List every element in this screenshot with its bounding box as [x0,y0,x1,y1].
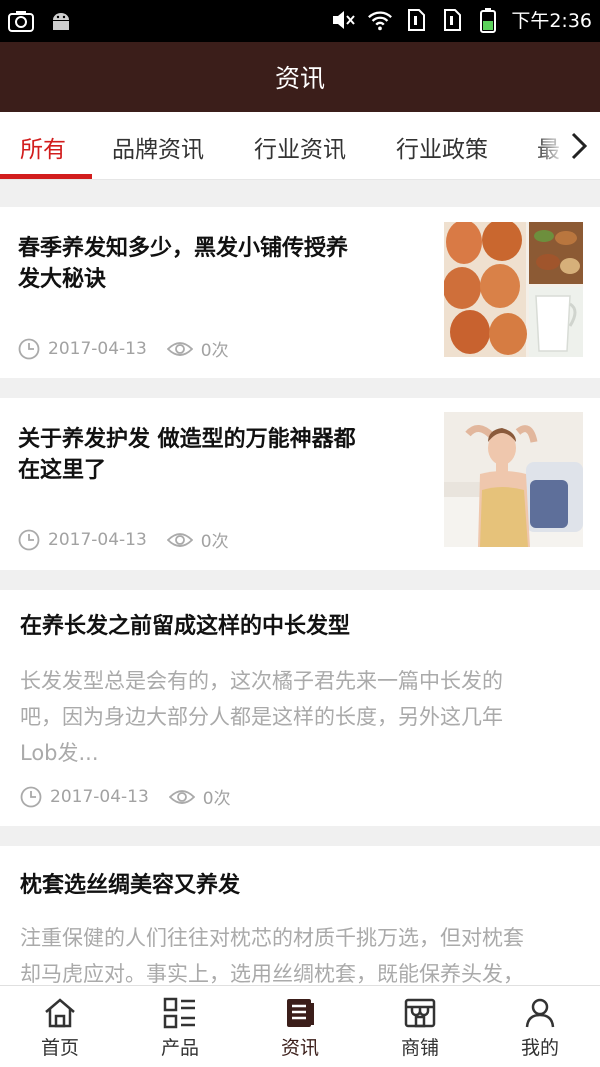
status-time: 下午2:36 [511,10,592,32]
grid-list-icon [162,995,198,1031]
tab-brand-news[interactable]: 品牌资讯 [112,130,204,164]
article-card[interactable]: 关于养发护发 做造型的万能神器都 在这里了 2017-04-13 0次 [0,398,600,570]
article-views: 0次 [200,532,229,552]
android-icon [48,8,74,34]
home-icon [42,995,78,1031]
article-views: 0次 [200,341,229,361]
tab-industry-policy[interactable]: 行业政策 [396,130,488,164]
news-icon [282,995,318,1031]
clock-icon [20,786,42,808]
active-tab-indicator [0,174,92,179]
nav-home[interactable]: 首页 [0,986,120,1067]
nav-products[interactable]: 产品 [120,986,240,1067]
article-date: 2017-04-13 [48,529,147,550]
tab-industry-news[interactable]: 行业资讯 [254,130,346,164]
clock-icon [18,338,40,360]
article-date: 2017-04-13 [48,338,147,359]
eye-icon [166,338,193,360]
article-thumbnail[interactable] [444,222,583,357]
nav-mine-label: 我的 [520,1036,559,1059]
eye-icon [168,786,195,808]
article-summary: 长发发型总是会有的，这次橘子君先来一篇中长发的 吧，因为身边大部分人都是这样的长… [20,669,503,765]
article-card[interactable]: 在养长发之前留成这样的中长发型 长发发型总是会有的，这次橘子君先来一篇中长发的 … [0,590,600,826]
app-header: 资讯 [0,42,600,112]
article-meta: 2017-04-13 0次 [18,527,229,552]
nav-news-label: 资讯 [280,1036,319,1059]
page-title: 资讯 [274,64,325,93]
article-meta: 2017-04-13 0次 [18,336,229,361]
eye-icon [166,529,193,551]
tabs-scroll-right[interactable] [536,112,600,179]
store-icon [402,995,438,1031]
clock-icon [18,529,40,551]
article-thumbnail[interactable] [444,412,583,547]
article-card[interactable]: 枕套选丝绸美容又养发 注重保健的人们往往对枕芯的材质千挑万选，但对枕套 却马虎应… [0,846,600,985]
tab-all[interactable]: 所有 [20,130,66,164]
article-views: 0次 [202,789,231,809]
nav-mine[interactable]: 我的 [480,986,600,1067]
nav-news[interactable]: 资讯 [240,986,360,1067]
sim1-icon [403,7,429,33]
wifi-icon [367,7,393,33]
article-title[interactable]: 关于养发护发 做造型的万能神器都 在这里了 [18,424,356,486]
mute-icon [331,7,357,33]
article-title[interactable]: 枕套选丝绸美容又养发 [20,870,240,901]
article-summary: 注重保健的人们往往对枕芯的材质千挑万选，但对枕套 却马虎应对。事实上，选用丝绸枕… [20,926,524,985]
chevron-right-icon [571,132,588,160]
user-icon [522,995,558,1031]
article-title[interactable]: 春季养发知多少，黑发小铺传授养 发大秘诀 [18,233,348,295]
camera-icon [8,8,34,34]
nav-products-label: 产品 [160,1036,199,1059]
nav-store[interactable]: 商铺 [360,986,480,1067]
category-tabs: 所有 品牌资讯 行业资讯 行业政策 最 [0,112,600,180]
nav-home-label: 首页 [40,1036,79,1059]
article-card[interactable]: 春季养发知多少，黑发小铺传授养 发大秘诀 2017-04-13 0次 [0,207,600,378]
status-bar: 下午2:36 [0,0,600,42]
article-date: 2017-04-13 [50,786,149,807]
sim2-icon [439,7,465,33]
article-title[interactable]: 在养长发之前留成这样的中长发型 [20,611,350,642]
article-meta: 2017-04-13 0次 [20,784,231,809]
bottom-nav: 首页 产品 资讯 商铺 我的 [0,985,600,1067]
battery-icon [475,7,501,33]
nav-store-label: 商铺 [400,1036,439,1059]
